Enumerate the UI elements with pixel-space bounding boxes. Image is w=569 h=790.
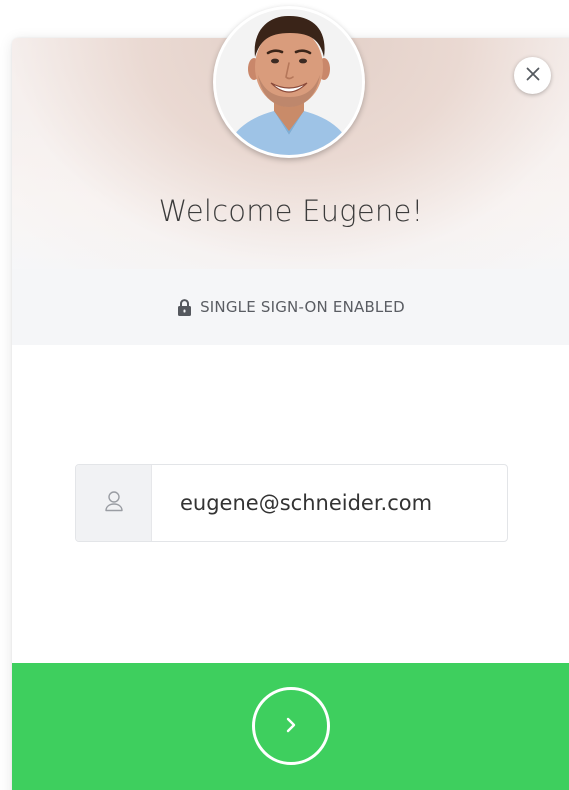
email-field-group [75, 464, 508, 542]
sso-status-bar: SINGLE SIGN-ON ENABLED [12, 269, 569, 345]
user-avatar [213, 6, 365, 158]
submit-circle [252, 687, 330, 765]
email-input[interactable] [152, 465, 507, 541]
welcome-title: Welcome Eugene! [158, 194, 424, 228]
avatar-photo [216, 9, 362, 155]
sso-status: SINGLE SIGN-ON ENABLED [12, 269, 569, 345]
lock-icon [177, 298, 192, 316]
close-button[interactable] [514, 57, 551, 94]
user-icon [104, 490, 124, 516]
close-icon [525, 66, 541, 86]
submit-button[interactable] [12, 663, 569, 790]
user-icon-box [76, 465, 152, 541]
sso-label: SINGLE SIGN-ON ENABLED [200, 298, 405, 316]
chevron-right-icon [284, 715, 298, 738]
login-modal-stage: Welcome Eugene! SINGLE SIGN-ON ENABLED [0, 0, 569, 790]
